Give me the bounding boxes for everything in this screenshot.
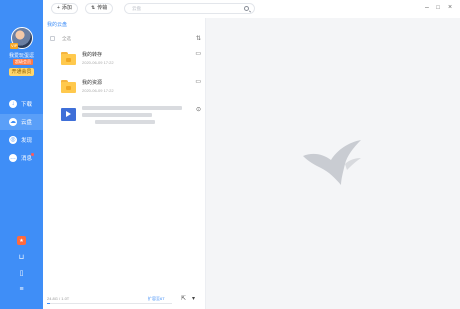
storage-text: 24.8G / 1.0T [47, 296, 70, 301]
file-name: 我的资源 [82, 80, 103, 86]
file-name: 我的转存 [82, 52, 103, 58]
gift-icon[interactable]: ★ [17, 236, 26, 245]
video-icon [61, 108, 76, 121]
sidebar-item-download[interactable]: ↓ 下载 [0, 96, 43, 112]
storage-progress [47, 303, 172, 304]
list-item[interactable]: 我的转存 2020-06-09 17:22 ▭ [47, 46, 201, 72]
folder-icon [61, 80, 76, 93]
cloud-icon: ☁ [9, 118, 17, 126]
sidebar-item-discover[interactable]: ◎ 发现 [0, 132, 43, 148]
storage-progress-fill [47, 303, 50, 304]
user-tag: 超级会员 [13, 59, 33, 65]
message-icon: … [9, 154, 17, 162]
add-label: 添加 [61, 5, 72, 11]
search-icon[interactable] [244, 6, 249, 11]
open-vip-button[interactable]: 开通会员 [9, 68, 34, 76]
expand-link[interactable]: 扩容至6T [148, 296, 165, 302]
blurred-file-name [82, 106, 182, 110]
select-all-label: 全选 [62, 36, 71, 41]
list-header: 全选 ⇅ [47, 35, 201, 43]
play-icon[interactable]: ⊙ [196, 106, 201, 113]
search-box[interactable] [124, 3, 255, 14]
list-item[interactable]: ⊙ [47, 102, 201, 128]
download-icon: ↓ [9, 100, 17, 108]
phone-icon[interactable]: ▯ [17, 268, 26, 277]
sidebar-item-message[interactable]: … 消息 [0, 150, 43, 166]
file-date: 2020-06-09 17:22 [82, 88, 114, 93]
transfer-button[interactable]: ⇅ 传输 [85, 3, 114, 14]
breadcrumb[interactable]: 我的云盘 [47, 21, 67, 28]
minimize-icon[interactable]: – [423, 4, 431, 12]
open-folder-icon[interactable]: ▭ [195, 50, 201, 57]
file-date: 2020-06-09 17:22 [82, 60, 114, 65]
blurred-file-name [82, 113, 152, 117]
trash-icon[interactable]: ▾ [192, 295, 195, 302]
transfer-label: 传输 [97, 5, 108, 11]
sidebar-item-label: 发现 [21, 138, 33, 144]
sidebar-item-cloud[interactable]: ☁ 云盘 [0, 114, 43, 130]
vip-badge: VIP [10, 43, 19, 49]
maximize-icon[interactable]: □ [434, 4, 442, 12]
transfer-icon: ⇅ [91, 5, 96, 11]
share-icon[interactable]: ⇱ [181, 295, 186, 302]
menu-icon[interactable]: ≡ [17, 285, 26, 294]
open-folder-icon[interactable]: ▭ [195, 78, 201, 85]
close-icon[interactable]: × [446, 4, 454, 12]
sidebar: VIP 我爱玩蛋逗 超级会员 开通会员 ↓ 下载 ☁ 云盘 ◎ 发现 … 消息 … [0, 0, 43, 309]
unread-dot [31, 153, 34, 156]
select-all-checkbox[interactable] [50, 36, 55, 41]
file-panel: 我的云盘 全选 ⇅ 我的转存 2020-06-09 17:22 ▭ 我的资源 2… [43, 18, 206, 309]
preview-area [206, 18, 460, 309]
sidebar-item-label: 云盘 [21, 120, 33, 126]
app-window: VIP 我爱玩蛋逗 超级会员 开通会员 ↓ 下载 ☁ 云盘 ◎ 发现 … 消息 … [0, 0, 460, 309]
folder-icon [61, 52, 76, 65]
basket-icon[interactable]: ⊔ [17, 252, 26, 261]
sidebar-item-label: 下载 [21, 102, 33, 108]
list-item[interactable]: 我的资源 2020-06-09 17:22 ▭ [47, 74, 201, 100]
blurred-file-date [95, 120, 155, 124]
plus-icon: + [57, 5, 60, 11]
user-name[interactable]: 我爱玩蛋逗 [0, 52, 43, 59]
thunder-bird-logo-icon [303, 140, 361, 185]
sort-icon[interactable]: ⇅ [196, 35, 201, 42]
storage-footer: 24.8G / 1.0T 扩容至6T ⇱ ▾ [47, 294, 201, 306]
toolbar: +添加 ⇅传输 – □ × [43, 0, 460, 18]
search-input[interactable] [132, 5, 242, 12]
discover-icon: ◎ [9, 136, 17, 144]
add-button[interactable]: + 添加 [51, 3, 78, 14]
